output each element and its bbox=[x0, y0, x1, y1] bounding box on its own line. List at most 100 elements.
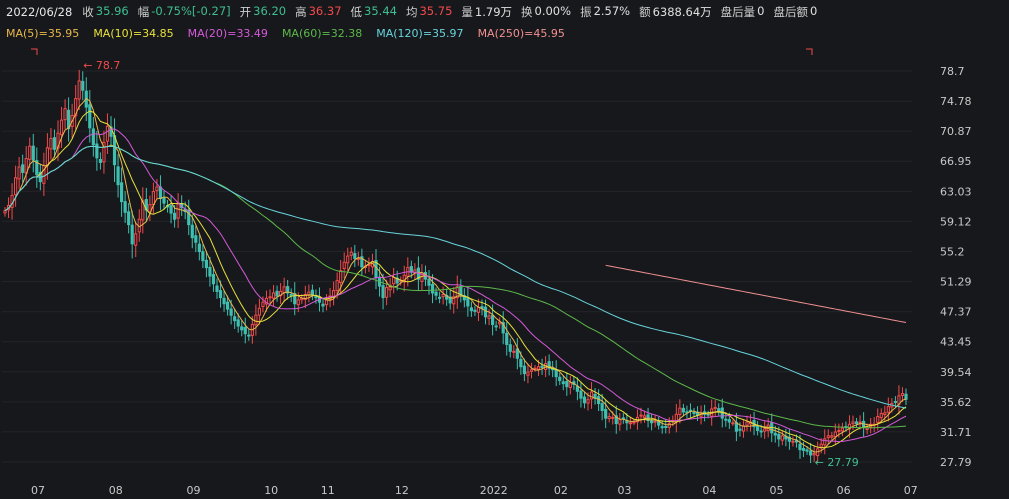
candle bbox=[197, 235, 201, 261]
candle bbox=[558, 372, 562, 386]
candle-body bbox=[134, 233, 138, 246]
candle-body bbox=[628, 422, 632, 425]
candle-body bbox=[632, 421, 636, 424]
candle bbox=[473, 305, 477, 316]
candle-body bbox=[734, 422, 738, 432]
candle-body bbox=[342, 261, 346, 270]
candle bbox=[356, 251, 360, 266]
candle-body bbox=[840, 427, 844, 432]
chart-grid bbox=[2, 70, 912, 463]
candle bbox=[303, 285, 307, 309]
candle-body bbox=[858, 421, 862, 424]
candle bbox=[823, 429, 827, 455]
candle-body bbox=[650, 420, 654, 424]
candle-body bbox=[664, 425, 668, 428]
candle-body bbox=[173, 212, 177, 220]
candle-body bbox=[218, 290, 223, 299]
candle-body bbox=[88, 104, 92, 129]
candle-body bbox=[738, 428, 742, 431]
candle-body bbox=[112, 135, 117, 166]
candle bbox=[275, 285, 279, 302]
annotation-value: 78.7 bbox=[96, 59, 121, 72]
candle bbox=[169, 195, 173, 224]
candle-body bbox=[392, 277, 396, 285]
candle-body bbox=[332, 290, 336, 297]
candle-body bbox=[151, 191, 155, 206]
quote-field-label: 收 bbox=[82, 5, 94, 19]
candle-body bbox=[904, 393, 908, 400]
candle bbox=[112, 118, 117, 183]
ma-line-120 bbox=[4, 145, 907, 409]
candle-body bbox=[208, 266, 212, 277]
candle-body bbox=[427, 278, 431, 286]
ma-line-5 bbox=[4, 97, 907, 453]
candle-body bbox=[727, 419, 731, 423]
candle-body bbox=[604, 409, 608, 419]
candle-body bbox=[536, 366, 541, 370]
candle bbox=[324, 294, 329, 311]
candle bbox=[24, 146, 28, 186]
candle-body bbox=[233, 316, 237, 322]
quote-field-label: 换 bbox=[521, 5, 533, 19]
x-tick-label: 11 bbox=[321, 484, 335, 497]
candle-body bbox=[469, 307, 473, 312]
y-tick-label: 39.54 bbox=[940, 366, 972, 379]
y-tick-label: 74.78 bbox=[940, 95, 972, 108]
candle-body bbox=[883, 412, 887, 415]
candle-body bbox=[381, 285, 385, 299]
candle-body bbox=[692, 411, 696, 414]
candle-body bbox=[49, 138, 53, 150]
candle bbox=[98, 152, 102, 170]
quote-field-value: 0.00% bbox=[534, 4, 572, 18]
quote-field-value: 0 bbox=[757, 4, 765, 18]
candle bbox=[582, 391, 587, 409]
quote-field: 换 0.00% bbox=[521, 4, 571, 20]
candle bbox=[144, 187, 148, 222]
quote-info-bar: 2022/06/28 收 35.96 幅 -0.75%[-0.27] 开 36.20 高 36… bbox=[6, 3, 1009, 21]
candle-body bbox=[508, 344, 512, 352]
candle-body bbox=[307, 291, 311, 296]
candle-body bbox=[900, 393, 905, 397]
candle bbox=[713, 400, 717, 416]
candle bbox=[692, 407, 696, 418]
candle-body bbox=[243, 326, 247, 335]
candle bbox=[688, 403, 693, 418]
candle bbox=[148, 195, 152, 222]
annotation-arrow: ← bbox=[815, 456, 828, 469]
candle-body bbox=[713, 406, 717, 410]
candle-body bbox=[756, 425, 760, 431]
candle-body bbox=[14, 177, 18, 196]
candle bbox=[540, 358, 544, 375]
candle bbox=[3, 207, 7, 217]
candle-body bbox=[526, 371, 530, 376]
candle bbox=[886, 397, 890, 422]
candle bbox=[247, 329, 251, 341]
candle bbox=[332, 281, 336, 306]
candle-body bbox=[876, 416, 880, 423]
candle bbox=[63, 99, 67, 129]
candle bbox=[547, 354, 551, 376]
candle bbox=[717, 403, 721, 416]
candle bbox=[254, 304, 258, 336]
x-tick-label: 07 bbox=[904, 484, 918, 497]
candle bbox=[349, 247, 353, 261]
candle bbox=[448, 290, 452, 310]
candle-body bbox=[346, 255, 350, 264]
candle-body bbox=[59, 119, 64, 136]
candle bbox=[45, 133, 49, 180]
candle bbox=[600, 393, 604, 421]
candle-body bbox=[522, 365, 526, 375]
candle bbox=[81, 71, 85, 101]
candle-body bbox=[310, 289, 314, 295]
candle bbox=[158, 175, 163, 211]
candle-body bbox=[201, 251, 205, 262]
candle-body bbox=[639, 414, 643, 417]
candle-body bbox=[176, 202, 180, 219]
candle-body bbox=[229, 308, 233, 316]
range-marker-right bbox=[806, 48, 813, 55]
candlestick-chart[interactable]: 78.7 74.78 70.87 66.95 63.03 59.12 55.2 51.29 47… bbox=[0, 44, 1009, 499]
candle bbox=[123, 191, 127, 223]
quote-field: 收 35.96 bbox=[82, 4, 128, 20]
candle-body bbox=[568, 382, 572, 388]
candle bbox=[681, 403, 685, 417]
